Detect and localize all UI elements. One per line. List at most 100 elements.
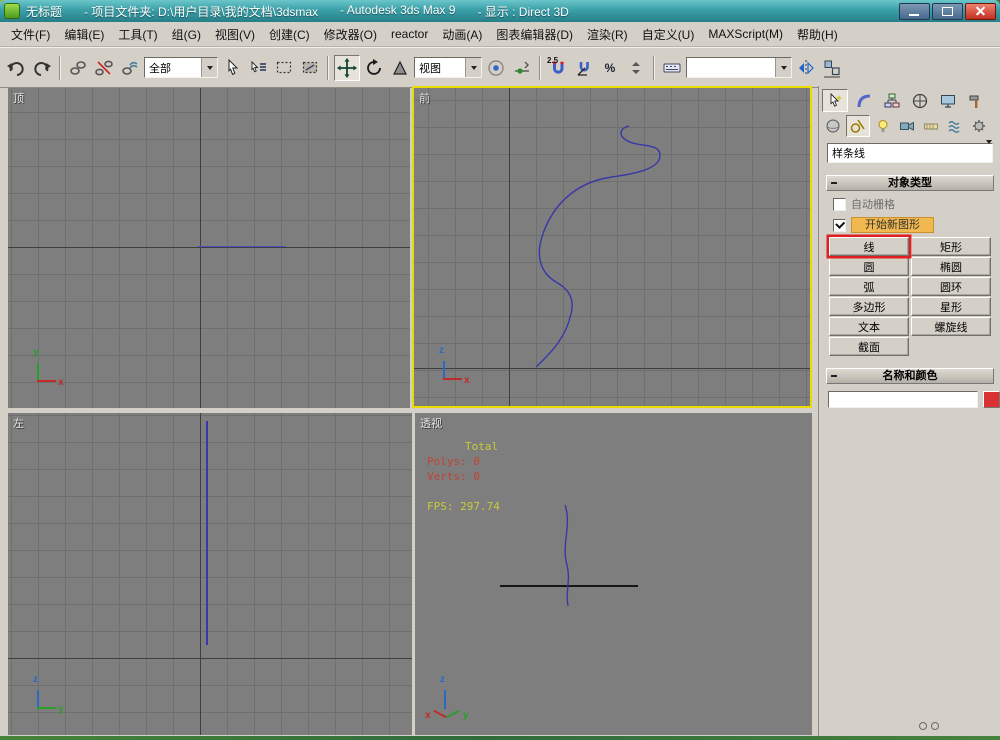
viewport-label-front[interactable]: 前 — [419, 90, 430, 106]
select-object-icon[interactable] — [220, 56, 244, 80]
rollout-object-type-title: 对象类型 — [888, 177, 932, 189]
menu-edit[interactable]: 编辑(E) — [57, 23, 111, 46]
rotate-icon[interactable] — [362, 56, 386, 80]
tab-display[interactable] — [936, 90, 960, 111]
button-text[interactable]: 文本 — [829, 317, 909, 336]
title-bar[interactable]: 无标题 - 项目文件夹: D:\用户目录\我的文档\3dsmax - Autod… — [0, 0, 1000, 22]
menu-help[interactable]: 帮助(H) — [790, 23, 845, 46]
button-star[interactable]: 星形 — [911, 297, 991, 316]
selection-filter-value: 全部 — [149, 62, 171, 75]
percent-label: % — [604, 60, 616, 75]
coord-system-dropdown[interactable]: 视图 — [414, 57, 482, 78]
close-button[interactable] — [965, 2, 996, 20]
object-name-input[interactable] — [828, 391, 978, 408]
button-helix[interactable]: 螺旋线 — [911, 317, 991, 336]
mirror-icon[interactable] — [794, 56, 818, 80]
tab-create[interactable] — [822, 89, 848, 112]
rollout-name-color[interactable]: 名称和颜色 — [826, 368, 994, 384]
button-donut[interactable]: 圆环 — [911, 277, 991, 296]
window-crossing-icon[interactable] — [298, 56, 322, 80]
selection-filter-dropdown[interactable]: 全部 — [144, 57, 218, 78]
spline-perspective-view[interactable] — [415, 413, 812, 735]
undo-icon[interactable] — [4, 56, 28, 80]
rollout-object-type[interactable]: 对象类型 — [826, 175, 994, 191]
subcat-helpers[interactable] — [920, 116, 942, 136]
viewport-label-top[interactable]: 顶 — [13, 90, 24, 106]
spline-front-view[interactable] — [414, 88, 810, 406]
menu-maxscript[interactable]: MAXScript(M) — [701, 24, 790, 44]
angle-snap-icon[interactable] — [572, 56, 596, 80]
percent-snap-icon[interactable]: % — [598, 56, 622, 80]
dropdown-arrow-icon[interactable] — [775, 58, 791, 77]
button-ellipse[interactable]: 椭圆 — [911, 257, 991, 276]
menu-rendering[interactable]: 渲染(R) — [580, 23, 635, 46]
menu-tools[interactable]: 工具(T) — [111, 23, 164, 46]
select-link-icon[interactable] — [66, 56, 90, 80]
button-arc[interactable]: 弧 — [829, 277, 909, 296]
menu-graph-editors[interactable]: 图表编辑器(D) — [489, 23, 580, 46]
viewport-top[interactable]: 顶 y x — [8, 88, 410, 408]
menu-animation[interactable]: 动画(A) — [435, 23, 489, 46]
button-line[interactable]: 线 — [829, 237, 909, 256]
dropdown-arrow-icon[interactable] — [986, 140, 992, 162]
autogrid-checkbox[interactable] — [833, 197, 846, 211]
rect-selection-icon[interactable] — [272, 56, 296, 80]
menu-file[interactable]: 文件(F) — [4, 23, 57, 46]
object-color-swatch[interactable] — [983, 391, 1000, 408]
main-toolbar: 全部 视图 2.5 % — [0, 47, 1000, 88]
subcat-systems[interactable] — [968, 116, 990, 136]
tab-motion[interactable] — [908, 90, 932, 111]
viewport-label-left[interactable]: 左 — [13, 415, 24, 431]
button-section[interactable]: 截面 — [829, 337, 909, 356]
redo-icon[interactable] — [30, 56, 54, 80]
tab-utilities[interactable] — [964, 90, 988, 111]
collapse-icon — [831, 375, 837, 377]
tab-hierarchy[interactable] — [880, 90, 904, 111]
menu-modifiers[interactable]: 修改器(O) — [317, 23, 384, 46]
spline-left-view[interactable] — [206, 421, 208, 645]
button-circle[interactable]: 圆 — [829, 257, 909, 276]
menu-create[interactable]: 创建(C) — [262, 23, 317, 46]
spinner-snap-icon[interactable] — [624, 56, 648, 80]
viewport-perspective[interactable]: Total Polys: 0 Verts: 0 FPS: 297.74 透视 z… — [415, 413, 812, 735]
shape-category-dropdown[interactable]: 样条线 — [827, 140, 993, 163]
select-by-name-icon[interactable] — [246, 56, 270, 80]
minimize-button[interactable] — [899, 2, 930, 20]
viewport-left[interactable]: 左 z y — [8, 413, 412, 735]
subcat-lights[interactable] — [872, 116, 894, 136]
select-manipulate-icon[interactable] — [510, 56, 534, 80]
dropdown-arrow-icon[interactable] — [201, 58, 217, 77]
menu-group[interactable]: 组(G) — [165, 23, 208, 46]
named-selection-dropdown[interactable] — [686, 57, 792, 78]
button-rectangle[interactable]: 矩形 — [911, 237, 991, 256]
subcat-spacewarps[interactable] — [944, 116, 966, 136]
menu-reactor[interactable]: reactor — [384, 24, 435, 44]
snap-toggle-icon[interactable]: 2.5 — [546, 56, 570, 80]
viewport-label-perspective[interactable]: 透视 — [420, 415, 442, 431]
menu-customize[interactable]: 自定义(U) — [635, 23, 702, 46]
tab-modify[interactable] — [852, 90, 876, 111]
viewport-front-active[interactable]: 前 z x — [412, 86, 812, 408]
use-center-icon[interactable] — [484, 56, 508, 80]
maximize-button[interactable] — [932, 2, 963, 20]
title-project-path: - 项目文件夹: D:\用户目录\我的文档\3dsmax — [84, 4, 319, 19]
dropdown-arrow-icon[interactable] — [465, 58, 481, 77]
menu-views[interactable]: 视图(V) — [208, 23, 262, 46]
title-document: 无标题 — [26, 4, 63, 19]
subcat-shapes[interactable] — [846, 115, 870, 137]
start-new-shape-label[interactable]: 开始新图形 — [851, 217, 934, 233]
subcat-geometry[interactable] — [822, 116, 844, 136]
shape-category-value: 样条线 — [832, 148, 865, 160]
move-icon[interactable] — [334, 54, 360, 81]
button-ngon[interactable]: 多边形 — [829, 297, 909, 316]
scale-icon[interactable] — [388, 56, 412, 80]
align-icon[interactable] — [820, 56, 844, 80]
start-new-shape-checkbox[interactable] — [833, 218, 846, 232]
unlink-icon[interactable] — [92, 56, 116, 80]
subcat-cameras[interactable] — [896, 116, 918, 136]
toolbar-separator — [539, 55, 541, 80]
keyboard-override-icon[interactable] — [660, 56, 684, 80]
spline-top-view[interactable] — [198, 246, 286, 247]
start-new-shape-row: 开始新图形 — [833, 217, 1000, 233]
bind-spacewarp-icon[interactable] — [118, 56, 142, 80]
